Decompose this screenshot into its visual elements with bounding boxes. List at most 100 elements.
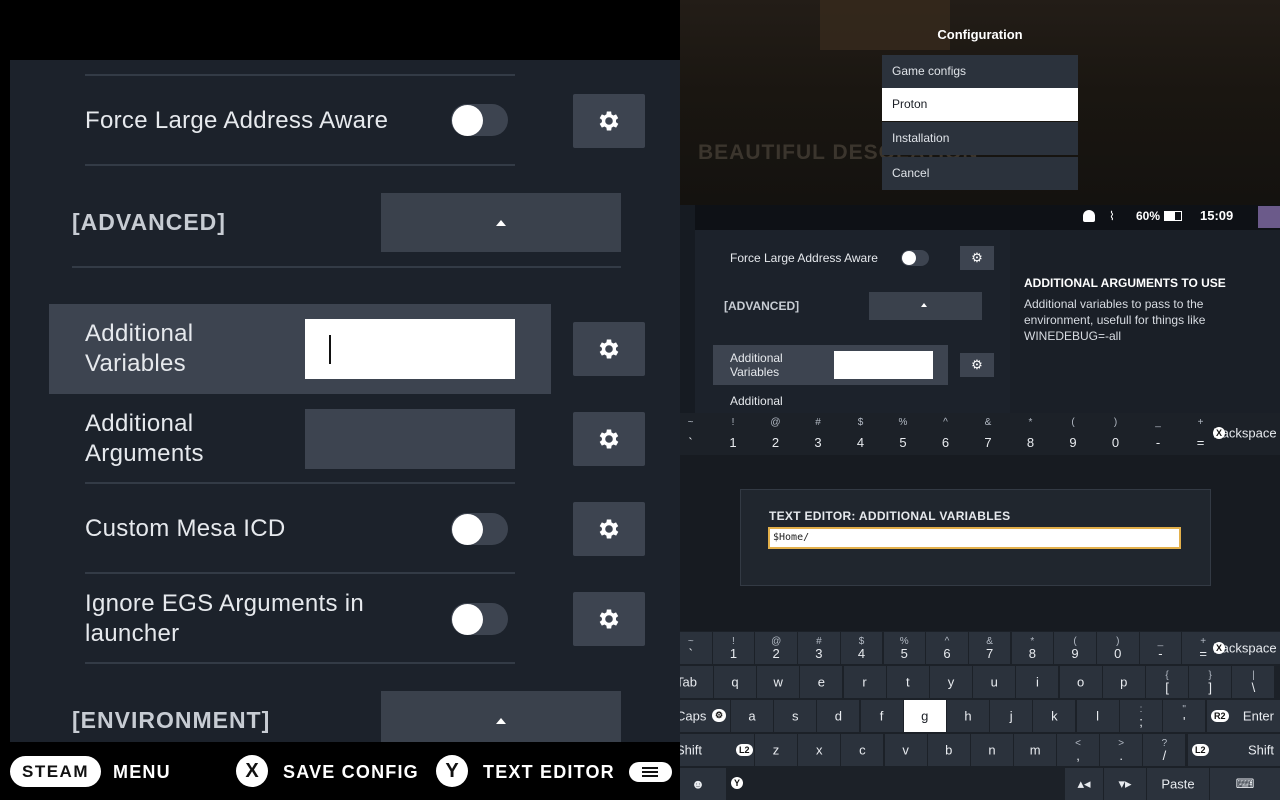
upper-key-8[interactable]: * 8 xyxy=(1010,413,1051,453)
text-editor-button[interactable]: TEXT EDITOR xyxy=(483,762,615,783)
key-k[interactable]: k xyxy=(1033,700,1076,732)
mini-collapse-button[interactable] xyxy=(869,292,982,320)
key-e[interactable]: e xyxy=(800,666,843,698)
menu-item-installation[interactable]: Installation xyxy=(882,122,1078,155)
key-`[interactable]: ~ ` xyxy=(680,632,712,664)
paste-key[interactable]: Paste xyxy=(1147,768,1209,800)
key-1[interactable]: ! 1 xyxy=(712,632,755,664)
key-v[interactable]: v xyxy=(884,734,927,766)
key-/[interactable]: ? / xyxy=(1143,734,1186,766)
mini-toggle[interactable] xyxy=(901,250,929,266)
additional-arguments-input[interactable] xyxy=(305,409,515,469)
enter-key[interactable]: Enter R2 xyxy=(1207,700,1280,732)
key-2[interactable]: @2 xyxy=(755,632,797,664)
tab-key[interactable]: Tab xyxy=(680,666,713,698)
key-5[interactable]: % 5 xyxy=(883,632,925,664)
key-'[interactable]: " ' xyxy=(1163,700,1206,732)
backspace-key[interactable]: Backspace X xyxy=(1207,632,1280,664)
menu-item-cancel[interactable]: Cancel xyxy=(882,157,1078,190)
key-x[interactable]: x xyxy=(798,734,841,766)
menu-label[interactable]: MENU xyxy=(113,762,171,783)
upper-key--[interactable]: _ - xyxy=(1137,413,1179,453)
arrow-down-right-key[interactable]: ▾▸ xyxy=(1104,768,1146,800)
key-a[interactable]: a xyxy=(731,700,773,732)
upper-key-5[interactable]: % 5 xyxy=(882,413,924,453)
space-key[interactable]: Y xyxy=(727,768,1064,800)
custom-mesa-icd-toggle[interactable] xyxy=(451,513,508,545)
key-s[interactable]: s xyxy=(774,700,817,732)
upper-key-2[interactable]: @2 xyxy=(755,413,796,453)
key-\[interactable]: | \ xyxy=(1232,666,1275,698)
key-g[interactable]: g xyxy=(903,700,946,732)
key-l[interactable]: l xyxy=(1076,700,1119,732)
key-label: g xyxy=(921,708,929,724)
additional-variables-settings-button[interactable] xyxy=(573,322,645,376)
custom-mesa-icd-settings-button[interactable] xyxy=(573,502,645,556)
save-config-button[interactable]: SAVE CONFIG xyxy=(283,762,419,783)
key-i[interactable]: i xyxy=(1016,666,1059,698)
key-6[interactable]: ^ 6 xyxy=(926,632,968,664)
key-m[interactable]: m xyxy=(1014,734,1057,766)
ignore-egs-settings-button[interactable] xyxy=(573,592,645,646)
key-p[interactable]: p xyxy=(1102,666,1145,698)
key-j[interactable]: j xyxy=(990,700,1033,732)
shift-right-key[interactable]: Shift L2 xyxy=(1188,734,1280,766)
emoji-key[interactable]: ☻ xyxy=(680,768,726,800)
key-3[interactable]: #3 xyxy=(798,632,840,664)
key-t[interactable]: t xyxy=(886,666,929,698)
upper-key-4[interactable]: $4 xyxy=(840,413,881,453)
key-h[interactable]: h xyxy=(947,700,989,732)
upper-key-`[interactable]: ~ ` xyxy=(680,413,711,453)
key-n[interactable]: n xyxy=(971,734,1013,766)
key-4[interactable]: $4 xyxy=(840,632,883,664)
key-d[interactable]: d xyxy=(817,700,860,732)
shift-key[interactable]: Shift L2 xyxy=(680,734,754,766)
gear-icon[interactable]: ⚙ xyxy=(960,246,994,270)
key-][interactable]: }] xyxy=(1189,666,1232,698)
upper-key-1[interactable]: ! 1 xyxy=(712,413,754,453)
upper-key-3[interactable]: #3 xyxy=(797,413,839,453)
key-7[interactable]: & 7 xyxy=(968,632,1011,664)
upper-key-7[interactable]: & 7 xyxy=(967,413,1009,453)
upper-key-6[interactable]: ^ 6 xyxy=(925,413,966,453)
key-0[interactable]: ) 0 xyxy=(1097,632,1139,664)
toggle-knob xyxy=(452,604,483,635)
upper-key-0[interactable]: ) 0 xyxy=(1095,413,1136,453)
key-q[interactable]: q xyxy=(714,666,756,698)
key-;[interactable]: :; xyxy=(1120,700,1162,732)
key-r[interactable]: r xyxy=(843,666,886,698)
keyboard-toggle-icon[interactable]: ⌨ xyxy=(1210,768,1280,800)
advanced-collapse-button[interactable] xyxy=(381,193,621,252)
key--[interactable]: _ - xyxy=(1139,632,1182,664)
key-z[interactable]: z xyxy=(755,734,797,766)
key-.[interactable]: >. xyxy=(1100,734,1143,766)
force-laa-toggle[interactable] xyxy=(451,104,508,136)
menu-item-proton[interactable]: Proton xyxy=(882,88,1078,121)
mini-additional-variables-input[interactable] xyxy=(834,351,933,379)
additional-variables-input[interactable] xyxy=(305,319,515,379)
key-,[interactable]: <, xyxy=(1057,734,1099,766)
upper-key-9[interactable]: (9 xyxy=(1052,413,1094,453)
key-8[interactable]: * 8 xyxy=(1011,632,1054,664)
key-o[interactable]: o xyxy=(1059,666,1102,698)
key-[[interactable]: {[ xyxy=(1146,666,1188,698)
arrow-up-left-key[interactable]: ▴◂ xyxy=(1065,768,1103,800)
avatar[interactable] xyxy=(1258,206,1280,228)
upper-backspace-key[interactable]: Backspace X xyxy=(1207,413,1280,453)
key-w[interactable]: w xyxy=(757,666,800,698)
caps-key[interactable]: Caps ⚙ xyxy=(680,700,730,732)
key-u[interactable]: u xyxy=(973,666,1016,698)
key-9[interactable]: (9 xyxy=(1054,632,1096,664)
environment-collapse-button[interactable] xyxy=(381,691,621,742)
text-editor-input[interactable]: $Home/ xyxy=(768,527,1181,549)
key-y[interactable]: y xyxy=(930,666,972,698)
key-f[interactable]: f xyxy=(860,700,903,732)
gear-icon[interactable]: ⚙ xyxy=(960,353,994,377)
key-c[interactable]: c xyxy=(841,734,884,766)
ignore-egs-toggle[interactable] xyxy=(451,603,508,635)
force-laa-settings-button[interactable] xyxy=(573,94,645,148)
menu-item-game-configs[interactable]: Game configs xyxy=(882,55,1078,88)
additional-arguments-settings-button[interactable] xyxy=(573,412,645,466)
key-b[interactable]: b xyxy=(927,734,970,766)
options-button[interactable] xyxy=(629,762,672,782)
